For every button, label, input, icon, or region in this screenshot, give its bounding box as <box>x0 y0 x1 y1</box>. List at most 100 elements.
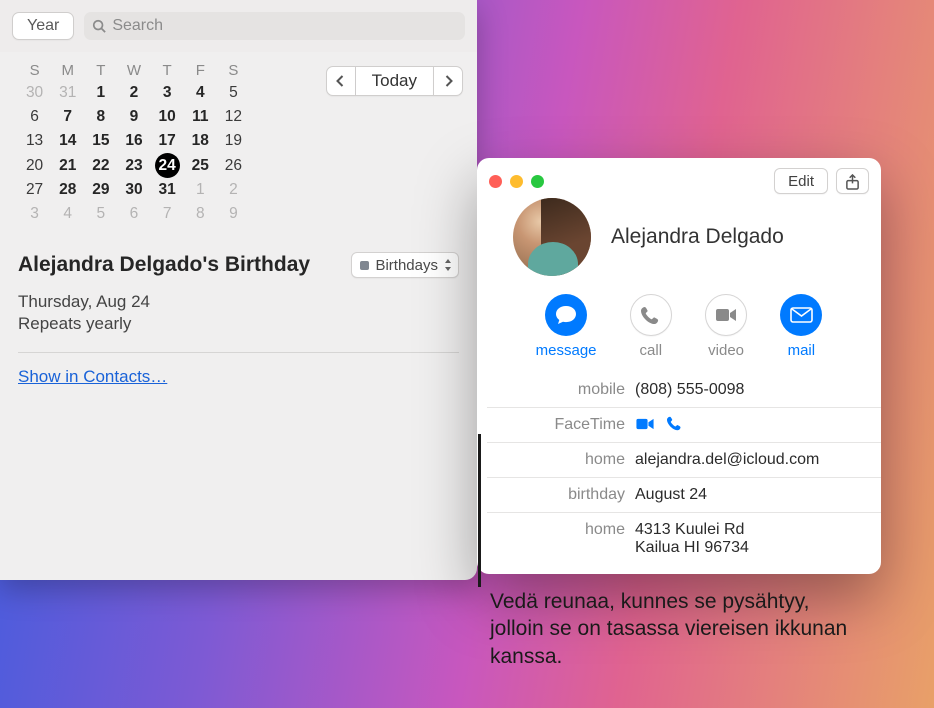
calendar-day[interactable]: 29 <box>84 178 117 202</box>
today-button[interactable]: Today <box>356 66 433 96</box>
calendar-day[interactable]: 28 <box>51 178 84 202</box>
calendar-day[interactable]: 8 <box>184 202 217 226</box>
search-input[interactable]: Search <box>84 12 465 40</box>
facetime-audio-icon[interactable] <box>667 416 682 431</box>
home-address-label: home <box>487 521 635 539</box>
contact-window: Edit Alejandra Delgado message call vide… <box>477 158 881 574</box>
calendar-day[interactable]: 30 <box>117 178 150 202</box>
calendar-day[interactable]: 8 <box>84 105 117 129</box>
calendar-day[interactable]: 31 <box>51 81 84 105</box>
today-label: Today <box>372 71 417 91</box>
mobile-label: mobile <box>487 381 635 399</box>
calendar-day[interactable]: 5 <box>217 81 250 105</box>
calendar-day[interactable]: 6 <box>117 202 150 226</box>
calendar-day[interactable]: 17 <box>151 129 184 153</box>
calendar-day[interactable]: 26 <box>217 153 250 178</box>
chevron-left-icon <box>336 75 345 87</box>
divider <box>18 352 459 353</box>
message-action[interactable]: message <box>536 294 597 359</box>
calendar-day[interactable]: 12 <box>217 105 250 129</box>
category-color-swatch <box>360 261 369 270</box>
mobile-value[interactable]: (808) 555-0098 <box>635 381 744 399</box>
zoom-button[interactable] <box>531 175 544 188</box>
field-home-email: home alejandra.del@icloud.com <box>487 442 881 477</box>
mail-icon <box>790 307 813 323</box>
field-facetime: FaceTime <box>487 407 881 442</box>
search-icon <box>92 19 106 33</box>
calendar-day[interactable]: 1 <box>84 81 117 105</box>
calendar-day[interactable]: 18 <box>184 129 217 153</box>
calendar-day[interactable]: 30 <box>18 81 51 105</box>
mail-label: mail <box>788 342 816 359</box>
calendar-day[interactable]: 1 <box>184 178 217 202</box>
avatar[interactable] <box>513 198 591 276</box>
calendar-day[interactable]: 20 <box>18 153 51 178</box>
calendar-day[interactable]: 21 <box>51 153 84 178</box>
weekday-header: M <box>51 62 84 81</box>
calendar-day[interactable]: 14 <box>51 129 84 153</box>
calendar-day[interactable]: 31 <box>151 178 184 202</box>
calendar-day[interactable]: 19 <box>217 129 250 153</box>
calendar-day[interactable]: 15 <box>84 129 117 153</box>
view-year-label: Year <box>27 17 59 35</box>
contact-fields: mobile (808) 555-0098 FaceTime home alej… <box>477 373 881 565</box>
calendar-day[interactable]: 4 <box>51 202 84 226</box>
calendar-body: Today SMTWTFS 30311234567891011121314151… <box>0 52 477 387</box>
calendar-day[interactable]: 24 <box>151 153 184 178</box>
mini-calendar: SMTWTFS 30311234567891011121314151617181… <box>18 62 250 226</box>
calendar-day[interactable]: 3 <box>151 81 184 105</box>
calendar-day[interactable]: 4 <box>184 81 217 105</box>
event-title: Alejandra Delgado's Birthday <box>18 253 339 277</box>
close-button[interactable] <box>489 175 502 188</box>
calendar-day[interactable]: 9 <box>117 105 150 129</box>
calendar-day[interactable]: 13 <box>18 129 51 153</box>
mail-action[interactable]: mail <box>780 294 822 359</box>
weekday-header: T <box>84 62 117 81</box>
window-controls <box>489 175 544 188</box>
phone-icon <box>641 306 660 325</box>
calendar-day[interactable]: 3 <box>18 202 51 226</box>
contact-name: Alejandra Delgado <box>611 225 784 249</box>
calendar-nav: Today <box>326 66 463 96</box>
calendar-day[interactable]: 7 <box>51 105 84 129</box>
weekday-header: F <box>184 62 217 81</box>
show-in-contacts-link[interactable]: Show in Contacts… <box>18 367 167 386</box>
facetime-video-icon[interactable] <box>635 418 655 430</box>
calendar-day[interactable]: 9 <box>217 202 250 226</box>
calendar-day[interactable]: 11 <box>184 105 217 129</box>
weekday-header: S <box>217 62 250 81</box>
weekday-header: W <box>117 62 150 81</box>
calendar-day[interactable]: 16 <box>117 129 150 153</box>
calendar-day[interactable]: 10 <box>151 105 184 129</box>
calendar-day[interactable]: 2 <box>117 81 150 105</box>
view-year-button[interactable]: Year <box>12 12 74 40</box>
calendar-day[interactable]: 5 <box>84 202 117 226</box>
home-address-value[interactable]: 4313 Kuulei Rd Kailua HI 96734 <box>635 521 749 557</box>
event-details: Alejandra Delgado's Birthday Birthdays T… <box>18 252 463 387</box>
calendar-day[interactable]: 2 <box>217 178 250 202</box>
calendar-window: Year Search Today SMTWTFS 30311234567891… <box>0 0 477 580</box>
calendar-day[interactable]: 27 <box>18 178 51 202</box>
home-email-value[interactable]: alejandra.del@icloud.com <box>635 451 819 469</box>
prev-button[interactable] <box>326 66 356 96</box>
minimize-button[interactable] <box>510 175 523 188</box>
home-email-label: home <box>487 451 635 469</box>
calendar-day[interactable]: 23 <box>117 153 150 178</box>
message-icon <box>555 305 577 325</box>
call-action[interactable]: call <box>630 294 672 359</box>
calendar-day[interactable]: 7 <box>151 202 184 226</box>
contact-actions: message call video mail <box>477 276 881 373</box>
calendar-day[interactable]: 22 <box>84 153 117 178</box>
event-category-select[interactable]: Birthdays <box>351 252 459 278</box>
birthday-label: birthday <box>487 486 635 504</box>
address-line-2: Kailua HI 96734 <box>635 539 749 557</box>
edit-button[interactable]: Edit <box>774 168 828 194</box>
share-button[interactable] <box>836 168 869 194</box>
next-button[interactable] <box>433 66 463 96</box>
video-action[interactable]: video <box>705 294 747 359</box>
callout-text: Vedä reunaa, kunnes se pysähtyy, jolloin… <box>490 588 860 670</box>
edit-label: Edit <box>788 173 814 190</box>
contact-header: Alejandra Delgado <box>477 198 881 276</box>
calendar-day[interactable]: 6 <box>18 105 51 129</box>
calendar-day[interactable]: 25 <box>184 153 217 178</box>
